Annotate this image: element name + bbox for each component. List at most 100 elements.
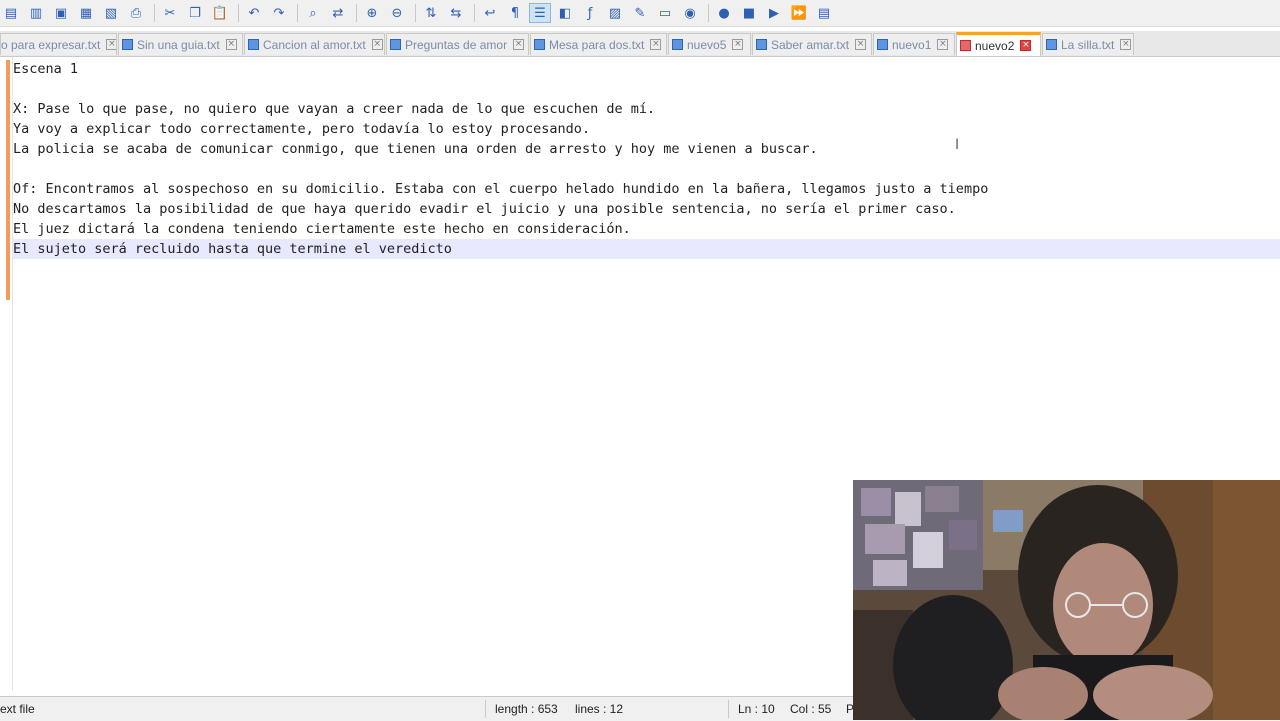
editor-line[interactable]: El juez dictará la condena teniendo cier… <box>13 219 1280 239</box>
function-list-icon[interactable]: ƒ <box>579 3 601 23</box>
tab-label: La silla.txt <box>1061 37 1115 52</box>
document-map-icon[interactable]: ▨ <box>604 3 626 23</box>
tab-close-icon[interactable]: × <box>650 39 662 50</box>
close-icon[interactable]: ▧ <box>100 3 122 23</box>
saved-document-icon <box>672 39 683 50</box>
tab-label: Cancion al amor.txt <box>263 37 366 52</box>
tab-8[interactable]: nuevo1 × <box>873 33 955 55</box>
saved-document-icon <box>1046 39 1057 50</box>
tab-bar: o para expresar.txt × Sin una guia.txt × Can… <box>0 31 1280 57</box>
editor-line[interactable]: X: Pase lo que pase, no quiero que vayan… <box>13 99 1280 119</box>
paste-icon[interactable]: 📋 <box>209 3 231 23</box>
tab-close-icon[interactable]: × <box>855 39 867 50</box>
tab-label: Saber amar.txt <box>771 37 850 52</box>
toolbar-separator <box>415 4 416 22</box>
tab-close-icon[interactable]: × <box>225 39 237 50</box>
run-macro-multiple-icon[interactable]: ⏩ <box>788 3 810 23</box>
zoom-out-icon[interactable]: ⊖ <box>386 3 408 23</box>
toolbar-separator <box>356 4 357 22</box>
indent-guide-icon[interactable]: ☰ <box>529 3 551 23</box>
change-history-bar <box>6 60 10 300</box>
open-file-icon[interactable]: ▥ <box>25 3 47 23</box>
saved-document-icon <box>248 39 259 50</box>
replace-icon[interactable]: ⇄ <box>327 3 349 23</box>
new-file-icon[interactable]: ▤ <box>0 3 22 23</box>
folder-workspace-icon[interactable]: ▭ <box>654 3 676 23</box>
status-divider <box>728 700 729 718</box>
toolbar-separator <box>154 4 155 22</box>
unsaved-document-icon <box>960 40 971 51</box>
record-macro-icon[interactable]: ● <box>713 3 735 23</box>
tab-6[interactable]: nuevo5 × <box>668 33 751 55</box>
tab-label: nuevo2 <box>975 38 1015 53</box>
tab-3[interactable]: Cancion al amor.txt × <box>244 33 385 55</box>
toolbar-separator <box>708 4 709 22</box>
toolbar-separator <box>297 4 298 22</box>
doc-list-icon[interactable]: ✎ <box>629 3 651 23</box>
monitoring-icon[interactable]: ◉ <box>679 3 701 23</box>
tab-label: o para expresar.txt <box>1 37 101 52</box>
toolbar-separator <box>238 4 239 22</box>
play-macro-icon[interactable]: ▶ <box>763 3 785 23</box>
redo-icon[interactable]: ↷ <box>268 3 290 23</box>
tab-close-icon[interactable]: × <box>1120 39 1132 50</box>
save-all-icon[interactable]: ▦ <box>75 3 97 23</box>
tab-close-icon[interactable]: × <box>937 39 949 50</box>
sync-horizontal-icon[interactable]: ⇆ <box>445 3 467 23</box>
saved-document-icon <box>390 39 401 50</box>
tab-label: Sin una guia.txt <box>137 37 220 52</box>
toolbar-separator <box>474 4 475 22</box>
tab-2[interactable]: Sin una guia.txt × <box>118 33 243 55</box>
save-icon[interactable]: ▣ <box>50 3 72 23</box>
tab-label: nuevo5 <box>687 37 727 52</box>
stop-macro-icon[interactable]: ■ <box>738 3 760 23</box>
status-length: length : 653 <box>495 702 558 716</box>
print-icon[interactable]: ⎙ <box>125 3 147 23</box>
saved-document-icon <box>756 39 767 50</box>
saved-document-icon <box>122 39 133 50</box>
editor-line[interactable] <box>13 159 1280 179</box>
editor-line[interactable]: El sujeto será recluido hasta que termin… <box>13 239 1280 259</box>
tab-9[interactable]: nuevo2 × <box>956 32 1041 56</box>
tab-close-icon[interactable]: × <box>371 39 383 50</box>
word-wrap-icon[interactable]: ↩ <box>479 3 501 23</box>
mouse-ibeam-cursor: I <box>955 137 960 153</box>
show-all-characters-icon[interactable]: ¶ <box>504 3 526 23</box>
editor-line[interactable] <box>13 79 1280 99</box>
editor-line[interactable]: La policia se acaba de comunicar conmigo… <box>13 139 1280 159</box>
tab-close-icon[interactable]: × <box>513 39 525 50</box>
status-line-number: Ln : 10 <box>738 702 775 716</box>
copy-icon[interactable]: ❐ <box>184 3 206 23</box>
language-icon[interactable]: ◧ <box>554 3 576 23</box>
status-lines: lines : 12 <box>575 702 624 716</box>
status-column: Col : 55 <box>790 702 832 716</box>
tab-label: Mesa para dos.txt <box>549 37 645 52</box>
webcam-overlay <box>853 480 1280 720</box>
undo-icon[interactable]: ↶ <box>243 3 265 23</box>
tab-7[interactable]: Saber amar.txt × <box>752 33 872 55</box>
save-macro-icon[interactable]: ▤ <box>813 3 835 23</box>
tab-label: Preguntas de amor <box>405 37 508 52</box>
saved-document-icon <box>877 39 888 50</box>
editor-line[interactable]: No descartamos la posibilidad de que hay… <box>13 199 1280 219</box>
editor-line[interactable]: Ya voy a explicar todo correctamente, pe… <box>13 119 1280 139</box>
sync-vertical-icon[interactable]: ⇅ <box>420 3 442 23</box>
tab-1[interactable]: o para expresar.txt × <box>0 33 117 55</box>
tab-close-icon[interactable]: × <box>106 39 116 50</box>
webcam-feed-image <box>853 480 1280 720</box>
tab-4[interactable]: Preguntas de amor × <box>386 33 529 55</box>
tab-10[interactable]: La silla.txt × <box>1042 33 1134 55</box>
cut-icon[interactable]: ✂ <box>159 3 181 23</box>
tab-close-icon[interactable]: × <box>732 39 744 50</box>
status-file-type: ext file <box>0 702 35 716</box>
toolbar: ▤ ▥ ▣ ▦ ▧ ⎙ ✂ ❐ 📋 ↶ ↷ ⌕ ⇄ ⊕ ⊖ ⇅ ⇆ ↩ ¶ ☰ ◧ ƒ ▨ ✎ ▭ ◉ ● ■ ▶ ⏩ ▤ <box>0 0 1280 27</box>
status-divider <box>485 700 486 718</box>
zoom-in-icon[interactable]: ⊕ <box>361 3 383 23</box>
editor-line[interactable]: Of: Encontramos al sospechoso en su domi… <box>13 179 1280 199</box>
tab-label: nuevo1 <box>892 37 932 52</box>
find-icon[interactable]: ⌕ <box>302 3 324 23</box>
tab-5[interactable]: Mesa para dos.txt × <box>530 33 667 55</box>
tab-close-icon[interactable]: × <box>1020 40 1032 51</box>
editor-line[interactable]: Escena 1 <box>13 59 1280 79</box>
saved-document-icon <box>534 39 545 50</box>
